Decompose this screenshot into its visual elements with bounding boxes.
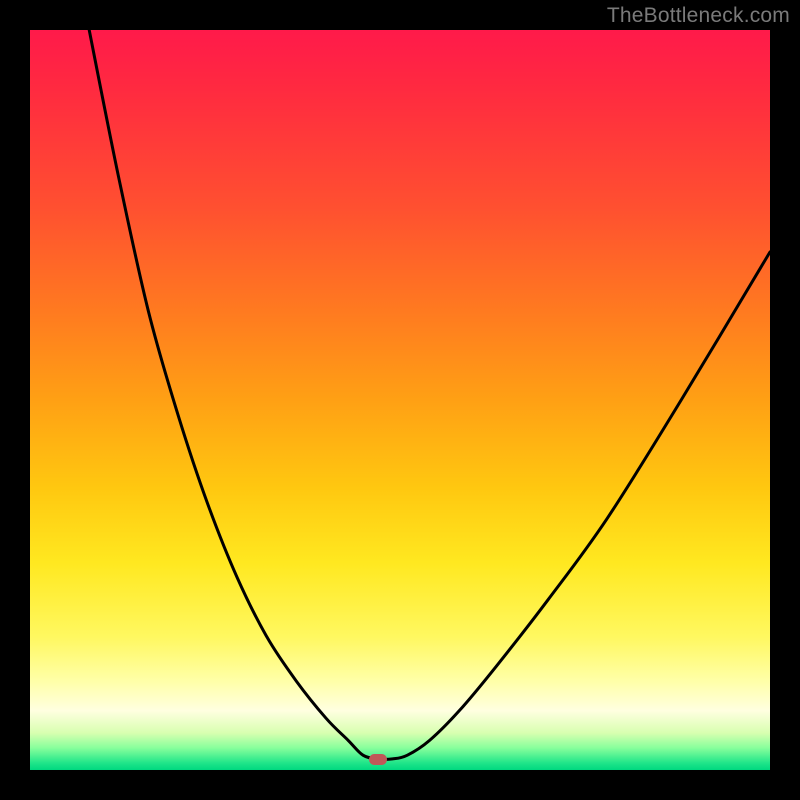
bottleneck-curve — [89, 30, 770, 759]
chart-frame: TheBottleneck.com — [0, 0, 800, 800]
watermark-text: TheBottleneck.com — [607, 4, 790, 28]
curve-svg — [30, 30, 770, 770]
plot-area — [30, 30, 770, 770]
optimum-marker — [369, 754, 387, 765]
